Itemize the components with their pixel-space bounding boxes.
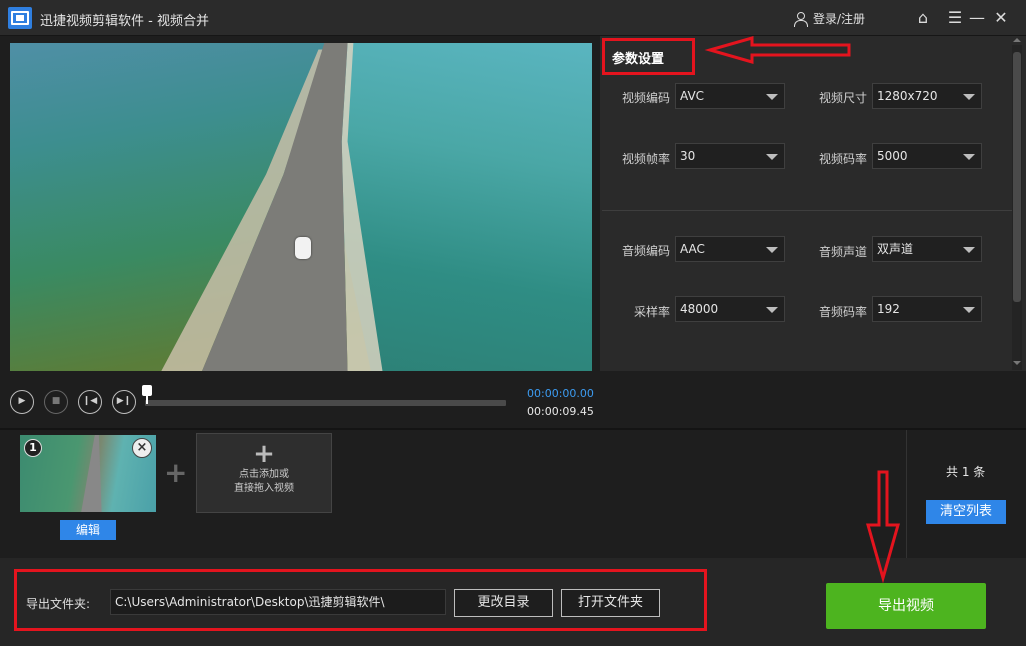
annotation-arrow-left-icon xyxy=(704,36,851,64)
annotation-arrows xyxy=(704,36,900,584)
annotation-arrow-down-icon xyxy=(866,470,900,584)
